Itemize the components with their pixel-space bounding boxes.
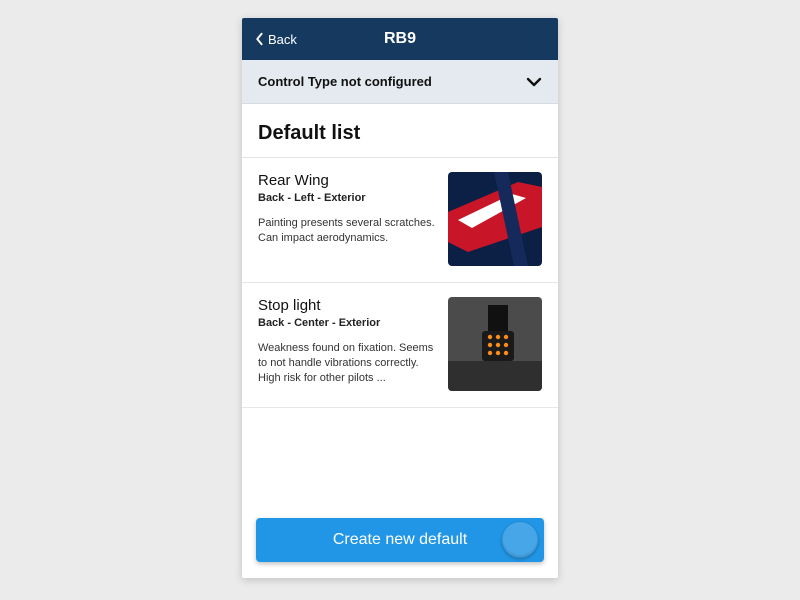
item-thumbnail [448,172,542,266]
cta-knob-icon [502,522,538,558]
item-thumbnail [448,297,542,391]
selector-label: Control Type not configured [258,74,432,89]
cta-label: Create new default [333,531,467,548]
create-default-button[interactable]: Create new default [256,518,544,562]
item-location: Back - Left - Exterior [258,192,438,204]
list-item[interactable]: Rear Wing Back - Left - Exterior Paintin… [242,158,558,283]
page-title: RB9 [254,30,546,48]
defaults-list: Rear Wing Back - Left - Exterior Paintin… [242,158,558,518]
stop-light-image [448,297,542,391]
chevron-left-icon [254,32,264,46]
chevron-down-icon [526,76,542,88]
section-title: Default list [242,104,558,158]
item-location: Back - Center - Exterior [258,317,438,329]
back-button[interactable]: Back [254,32,297,47]
list-item[interactable]: Stop light Back - Center - Exterior Weak… [242,283,558,408]
item-title: Stop light [258,297,438,314]
navbar: Back RB9 [242,18,558,60]
control-type-selector[interactable]: Control Type not configured [242,60,558,104]
item-body: Rear Wing Back - Left - Exterior Paintin… [258,172,438,266]
item-title: Rear Wing [258,172,438,189]
app-frame: Back RB9 Control Type not configured Def… [242,18,558,578]
item-description: Painting presents several scratches. Can… [258,216,438,246]
rear-wing-image [448,172,542,266]
item-description: Weakness found on fixation. Seems to not… [258,341,438,386]
footer: Create new default [242,518,558,578]
item-body: Stop light Back - Center - Exterior Weak… [258,297,438,391]
back-label: Back [268,32,297,47]
